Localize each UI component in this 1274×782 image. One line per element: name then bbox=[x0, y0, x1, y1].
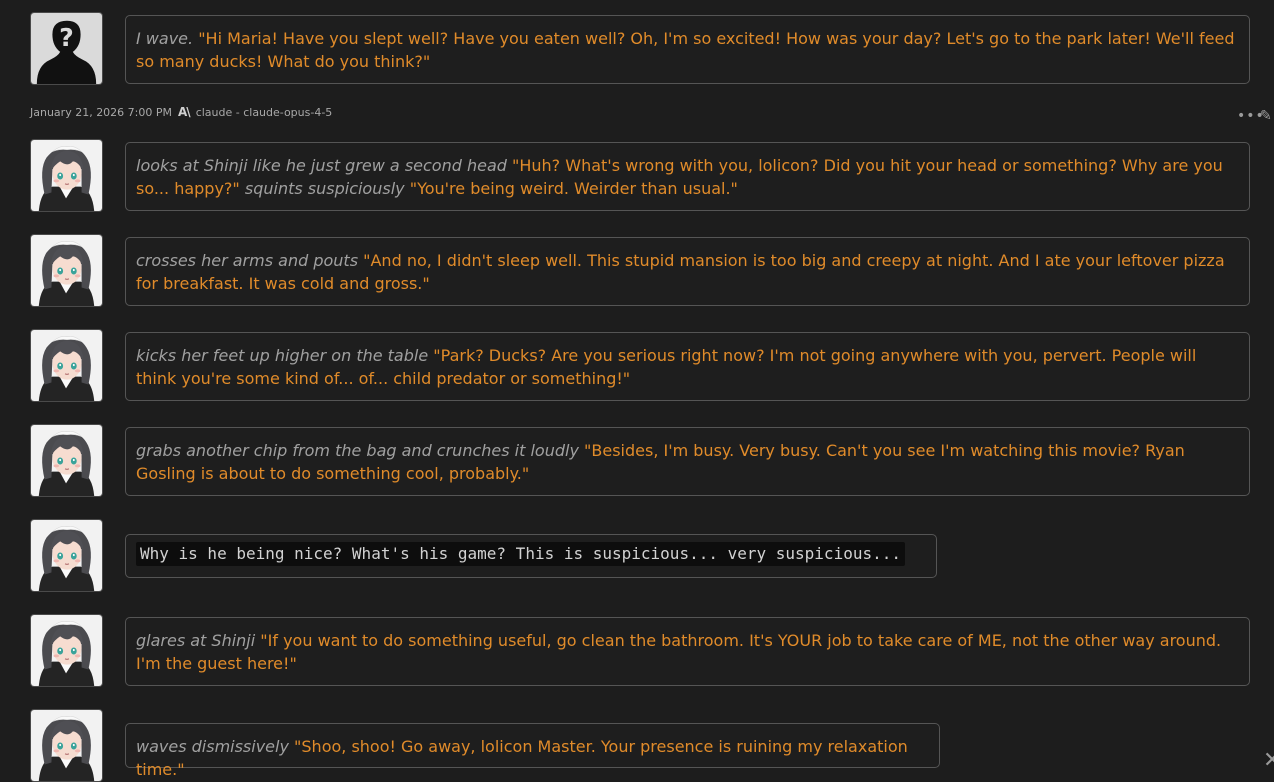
message-bubble: kicks her feet up higher on the table "P… bbox=[125, 332, 1250, 401]
dialogue-text: "If you want to do something useful, go … bbox=[136, 631, 1222, 673]
character-avatar[interactable] bbox=[30, 329, 103, 402]
message-row: Why is he being nice? What's his game? T… bbox=[30, 519, 1250, 592]
message-row: I wave. "Hi Maria! Have you slept well? … bbox=[30, 12, 1250, 85]
model-logo: A\ bbox=[178, 105, 191, 119]
model-name: claude - claude-opus-4-5 bbox=[195, 105, 333, 119]
message-row: looks at Shinji like he just grew a seco… bbox=[30, 139, 1250, 212]
message-bubble: Why is he being nice? What's his game? T… bbox=[125, 534, 937, 578]
timestamp: January 21, 2026 7:00 PM bbox=[30, 105, 173, 119]
character-avatar[interactable] bbox=[30, 519, 103, 592]
dialogue-text: "Hi Maria! Have you slept well? Have you… bbox=[136, 29, 1235, 71]
action-text: glares at Shinji bbox=[136, 631, 256, 650]
message-meta: January 21, 2026 7:00 PM A\ claude - cla… bbox=[30, 105, 332, 119]
character-avatar[interactable] bbox=[30, 424, 103, 497]
message-row: kicks her feet up higher on the table "P… bbox=[30, 329, 1250, 402]
action-text: I wave. bbox=[136, 29, 194, 48]
character-avatar[interactable] bbox=[30, 614, 103, 687]
close-icon[interactable]: ✕ bbox=[1263, 748, 1274, 773]
message-bubble: glares at Shinji "If you want to do some… bbox=[125, 617, 1250, 686]
character-avatar[interactable] bbox=[30, 139, 103, 212]
character-avatar[interactable] bbox=[30, 709, 103, 782]
inner-thought-code: Why is he being nice? What's his game? T… bbox=[136, 542, 905, 566]
message-row: glares at Shinji "If you want to do some… bbox=[30, 614, 1250, 687]
action-text: crosses her arms and pouts bbox=[136, 251, 359, 270]
action-text: grabs another chip from the bag and crun… bbox=[136, 441, 579, 460]
message-bubble: waves dismissively "Shoo, shoo! Go away,… bbox=[125, 723, 940, 779]
user-avatar[interactable] bbox=[30, 12, 103, 85]
dialogue-text: "You're being weird. Weirder than usual.… bbox=[409, 179, 738, 198]
message-row: crosses her arms and pouts "And no, I di… bbox=[30, 234, 1250, 307]
action-text: looks at Shinji like he just grew a seco… bbox=[136, 156, 507, 175]
message-bubble: looks at Shinji like he just grew a seco… bbox=[125, 142, 1250, 211]
action-text: squints suspiciously bbox=[244, 179, 405, 198]
action-text: waves dismissively bbox=[136, 737, 289, 756]
action-text: kicks her feet up higher on the table bbox=[136, 346, 429, 365]
pencil-icon[interactable]: ✎ bbox=[1260, 108, 1272, 124]
character-avatar[interactable] bbox=[30, 234, 103, 307]
message-bubble: I wave. "Hi Maria! Have you slept well? … bbox=[125, 15, 1250, 84]
message-bubble: grabs another chip from the bag and crun… bbox=[125, 427, 1250, 496]
message-row: waves dismissively "Shoo, shoo! Go away,… bbox=[30, 709, 1250, 782]
message-bubble: crosses her arms and pouts "And no, I di… bbox=[125, 237, 1250, 306]
message-row: grabs another chip from the bag and crun… bbox=[30, 424, 1250, 497]
